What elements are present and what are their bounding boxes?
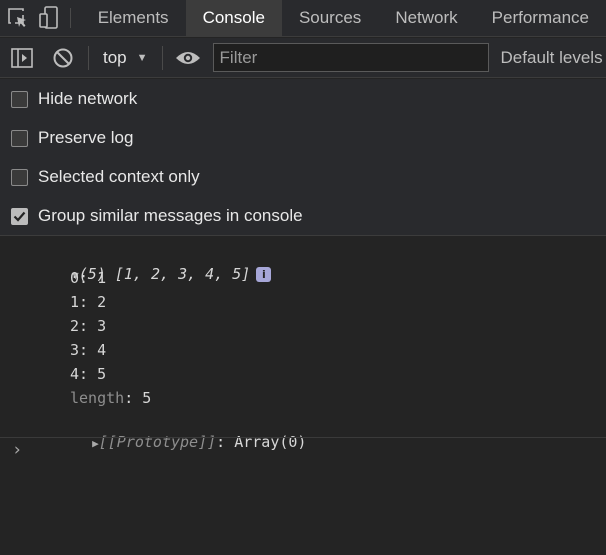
toolbar-separator xyxy=(161,45,163,70)
hide-network-label: Hide network xyxy=(38,89,138,108)
tab-performance[interactable]: Performance xyxy=(475,0,606,36)
hide-network-checkbox[interactable] xyxy=(11,90,28,108)
console-settings-pane: Hide network Preserve log Selected conte… xyxy=(0,79,606,236)
device-toolbar-icon[interactable] xyxy=(35,0,61,36)
log-levels-dropdown[interactable]: Default levels xyxy=(501,48,603,68)
dropdown-triangle-icon: ▼ xyxy=(136,51,148,64)
tab-elements[interactable]: Elements xyxy=(81,0,186,36)
console-prompt[interactable]: › xyxy=(12,440,22,460)
group-similar-label: Group similar messages in console xyxy=(38,206,303,225)
filter-input[interactable] xyxy=(212,43,489,72)
show-sidebar-icon[interactable] xyxy=(0,38,44,77)
group-similar-option[interactable]: Group similar messages in console xyxy=(11,206,303,226)
preserve-log-checkbox[interactable] xyxy=(11,129,28,147)
prototype-row[interactable]: ▶[[Prototype]]: Array(0) xyxy=(56,412,306,451)
clear-console-icon[interactable] xyxy=(44,38,82,77)
checkmark-icon xyxy=(13,211,26,222)
array-length-row: length: 5 xyxy=(70,389,152,407)
inspect-element-icon[interactable] xyxy=(0,0,35,36)
console-toolbar: top ▼ Default levels xyxy=(0,38,606,78)
info-icon[interactable]: i xyxy=(256,267,272,282)
context-selector[interactable]: top ▼ xyxy=(95,48,156,68)
tab-console[interactable]: Console xyxy=(185,0,282,36)
devtools-tab-bar: Elements Console Sources Network Perform… xyxy=(0,0,606,37)
array-summary-row[interactable]: ▼(5) [1, 2, 3, 4, 5] i xyxy=(36,244,272,283)
array-entry: 4: 5 xyxy=(70,365,107,383)
live-expression-eye-icon[interactable] xyxy=(169,38,207,77)
array-entry: 1: 2 xyxy=(70,293,107,311)
tab-bar-separator xyxy=(69,8,71,28)
selected-context-only-label: Selected context only xyxy=(38,167,200,186)
preserve-log-label: Preserve log xyxy=(38,128,134,147)
array-entry: 3: 4 xyxy=(70,341,107,359)
toolbar-separator xyxy=(88,45,89,70)
output-divider xyxy=(0,437,606,438)
console-output: ▼(5) [1, 2, 3, 4, 5] i 0: 1 1: 2 2: 3 3: … xyxy=(0,237,606,555)
preserve-log-option[interactable]: Preserve log xyxy=(11,128,133,148)
tab-network[interactable]: Network xyxy=(378,0,474,36)
hide-network-option[interactable]: Hide network xyxy=(11,89,137,109)
collapsed-triangle-icon[interactable]: ▶ xyxy=(92,437,99,450)
selected-context-only-checkbox[interactable] xyxy=(11,168,28,186)
group-similar-checkbox[interactable] xyxy=(11,207,28,225)
array-entry: 0: 1 xyxy=(70,269,107,287)
array-entry: 2: 3 xyxy=(70,317,107,335)
tab-sources[interactable]: Sources xyxy=(282,0,378,36)
context-selector-label: top xyxy=(103,47,127,67)
selected-context-only-option[interactable]: Selected context only xyxy=(11,167,200,187)
